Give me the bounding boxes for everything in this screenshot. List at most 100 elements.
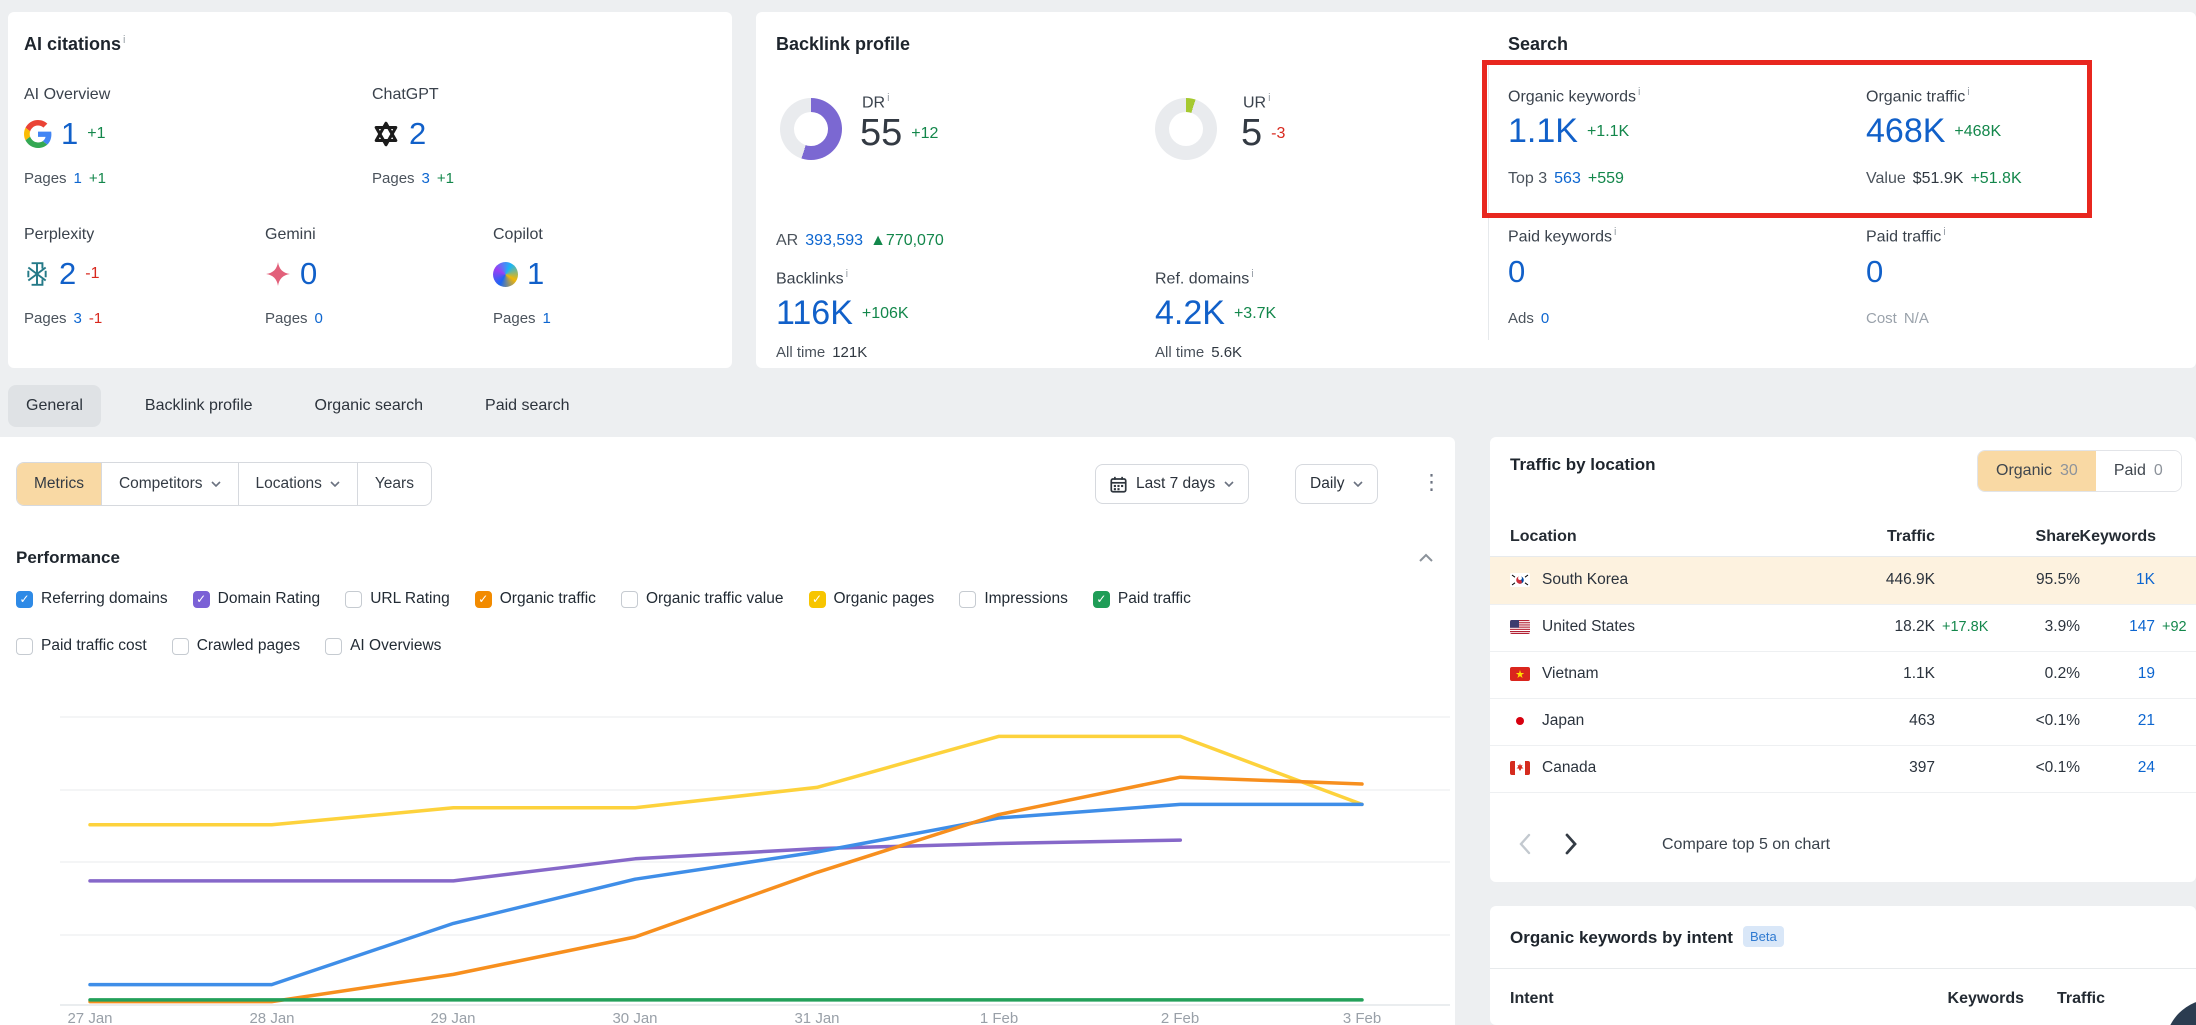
col-header-location[interactable]: Location <box>1510 528 1577 546</box>
copilot-value[interactable]: 1 <box>527 256 544 292</box>
col-header-intent-keywords[interactable]: Keywords <box>1880 990 2024 1008</box>
gemini-label: Gemini <box>265 226 316 244</box>
info-icon[interactable]: i <box>887 92 889 104</box>
table-row-japan[interactable]: Japan 463 <0.1% 21 <box>1490 698 2196 746</box>
ads-value[interactable]: 0 <box>1541 310 1549 327</box>
info-icon[interactable]: i <box>1251 268 1253 280</box>
table-row-canada[interactable]: Canada 397 <0.1% 24 <box>1490 745 2196 793</box>
location-name[interactable]: United States <box>1542 618 1635 636</box>
tab-organic-search[interactable]: Organic search <box>297 385 442 427</box>
tab-general[interactable]: General <box>8 385 101 427</box>
location-name[interactable]: Canada <box>1542 759 1596 777</box>
checkbox-referring-domains[interactable]: ✓Referring domains <box>16 590 168 608</box>
info-icon[interactable]: i <box>1268 92 1270 104</box>
col-header-intent[interactable]: Intent <box>1510 990 1554 1008</box>
info-icon[interactable]: i <box>1614 226 1616 238</box>
ur-value: 5 <box>1241 112 1262 155</box>
gemini-value[interactable]: 0 <box>300 256 317 292</box>
chatgpt-value[interactable]: 2 <box>409 116 426 152</box>
pages-value[interactable]: 1 <box>543 310 551 327</box>
checkbox-icon[interactable]: ✓ <box>1093 591 1110 608</box>
perplexity-value[interactable]: 2 <box>59 256 76 292</box>
toggle-paid[interactable]: Paid0 <box>2096 451 2181 491</box>
backlinks-label: Backlinksi <box>776 268 848 288</box>
table-row-vietnam[interactable]: Vietnam 1.1K 0.2% 19 <box>1490 651 2196 699</box>
checkbox-icon[interactable]: ✓ <box>193 591 210 608</box>
checkbox-paid-traffic[interactable]: ✓Paid traffic <box>1093 590 1191 608</box>
location-name[interactable]: Vietnam <box>1542 665 1599 683</box>
checkbox-icon[interactable]: ✓ <box>16 591 33 608</box>
perplexity-icon <box>24 261 50 287</box>
location-name[interactable]: South Korea <box>1542 571 1628 589</box>
checkbox-icon[interactable]: ✓ <box>809 591 826 608</box>
granularity-label: Daily <box>1310 475 1344 493</box>
checkbox-paid-traffic-cost[interactable]: Paid traffic cost <box>16 637 147 655</box>
more-options-kebab-icon[interactable]: ⋮ <box>1421 470 1442 495</box>
perplexity-label: Perplexity <box>24 226 94 244</box>
checkbox-icon[interactable] <box>325 638 342 655</box>
metrics-button[interactable]: Metrics <box>17 463 101 505</box>
traffic-value: 1.1K <box>1730 665 1935 683</box>
checkbox-icon[interactable] <box>345 591 362 608</box>
keywords-value[interactable]: 24 <box>2090 759 2155 777</box>
ar-value[interactable]: 393,593 <box>805 232 863 250</box>
pages-value[interactable]: 0 <box>315 310 323 327</box>
ai-overview-value[interactable]: 1 <box>61 116 78 152</box>
collapse-chevron-icon[interactable] <box>1418 550 1434 568</box>
checkbox-organic-traffic[interactable]: ✓Organic traffic <box>475 590 596 608</box>
checkbox-icon[interactable]: ✓ <box>475 591 492 608</box>
keywords-value[interactable]: 1K <box>2090 571 2155 589</box>
paid-traffic-value[interactable]: 0 <box>1866 254 1883 290</box>
paid-keywords-value[interactable]: 0 <box>1508 254 1525 290</box>
cost-row: Cost N/A <box>1866 310 1929 327</box>
checkbox-icon[interactable] <box>621 591 638 608</box>
checkbox-organic-pages[interactable]: ✓Organic pages <box>809 590 935 608</box>
pages-label: Pages <box>493 310 536 327</box>
locations-button[interactable]: Locations <box>238 463 357 505</box>
checkbox-icon[interactable] <box>959 591 976 608</box>
pages-value[interactable]: 3 <box>422 170 430 187</box>
checkbox-organic-traffic-value[interactable]: Organic traffic value <box>621 590 784 608</box>
perplexity-pages: Pages 3 -1 <box>24 310 102 327</box>
tab-backlink-profile[interactable]: Backlink profile <box>127 385 271 427</box>
table-row-south-korea[interactable]: South Korea 446.9K 95.5% 1K <box>1490 557 2196 605</box>
keywords-value[interactable]: 147 <box>2090 618 2155 636</box>
checkbox-crawled-pages[interactable]: Crawled pages <box>172 637 300 655</box>
pages-delta: -1 <box>89 310 102 327</box>
pages-value[interactable]: 3 <box>74 310 82 327</box>
table-row-united-states[interactable]: United States 18.2K +17.8K 3.9% 147 +92 <box>1490 604 2196 652</box>
checkbox-icon[interactable] <box>16 638 33 655</box>
performance-line-chart[interactable] <box>60 660 1460 1010</box>
backlinks-value[interactable]: 116K <box>776 294 853 333</box>
years-button[interactable]: Years <box>357 463 431 505</box>
toggle-organic[interactable]: Organic30 <box>1978 451 2096 491</box>
ref-domains-value[interactable]: 4.2K <box>1155 294 1225 333</box>
paid-traffic-label: Paid traffici <box>1866 226 1946 246</box>
checkbox-url-rating[interactable]: URL Rating <box>345 590 450 608</box>
info-icon[interactable]: i <box>123 34 125 46</box>
all-time-label: All time <box>776 344 825 361</box>
col-header-keywords[interactable]: Keywords <box>2060 528 2156 546</box>
info-icon[interactable]: i <box>846 268 848 280</box>
keywords-value[interactable]: 19 <box>2090 665 2155 683</box>
col-header-traffic[interactable]: Traffic <box>1730 528 1935 546</box>
competitors-button[interactable]: Competitors <box>101 463 238 505</box>
tab-paid-search[interactable]: Paid search <box>467 385 588 427</box>
copilot-icon <box>493 262 518 287</box>
checkbox-domain-rating[interactable]: ✓Domain Rating <box>193 590 321 608</box>
date-range-dropdown[interactable]: Last 7 days <box>1095 464 1249 504</box>
keywords-value[interactable]: 21 <box>2090 712 2155 730</box>
checkbox-icon[interactable] <box>172 638 189 655</box>
checkbox-ai-overviews[interactable]: AI Overviews <box>325 637 441 655</box>
compare-top5-link[interactable]: Compare top 5 on chart <box>1662 836 1830 854</box>
cost-label: Cost <box>1866 310 1897 327</box>
next-page-chevron-icon[interactable] <box>1564 833 1578 860</box>
col-header-intent-traffic[interactable]: Traffic <box>2030 990 2105 1008</box>
checkbox-impressions[interactable]: Impressions <box>959 590 1068 608</box>
prev-page-chevron-icon[interactable] <box>1518 833 1532 860</box>
info-icon[interactable]: i <box>1943 226 1945 238</box>
location-name[interactable]: Japan <box>1542 712 1584 730</box>
granularity-dropdown[interactable]: Daily <box>1295 464 1378 504</box>
pages-value[interactable]: 1 <box>74 170 82 187</box>
paid-keywords-label: Paid keywordsi <box>1508 226 1617 246</box>
